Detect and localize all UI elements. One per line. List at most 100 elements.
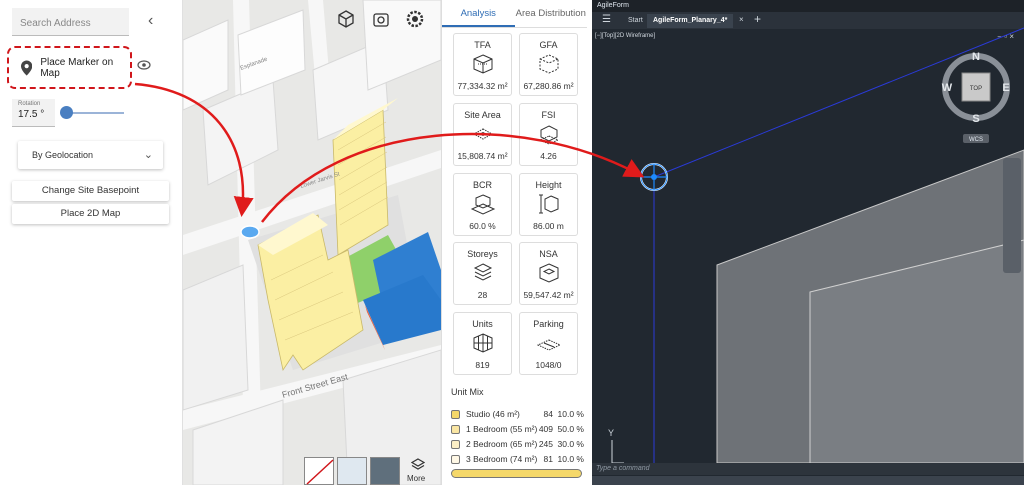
- card-value: 86.00 m: [533, 221, 564, 231]
- fsi-icon: [538, 125, 559, 145]
- viewcube-top-label[interactable]: TOP: [970, 86, 982, 92]
- card-title: TFA: [474, 40, 491, 50]
- map-canvas: Front Street East Esplanade Lower Jarvis…: [183, 0, 441, 485]
- nsa-icon: [539, 263, 558, 283]
- command-line-input[interactable]: Type a command: [592, 463, 1024, 475]
- card-value: 1048/0: [535, 360, 562, 370]
- map-pin-icon: [21, 59, 33, 76]
- geolocation-select-value: By Geolocation: [32, 150, 94, 160]
- settings-gear-icon[interactable]: [404, 8, 426, 30]
- navigation-bar[interactable]: [1003, 158, 1021, 273]
- rotation-value: 17.5: [18, 109, 38, 120]
- camera-icon[interactable]: [370, 8, 392, 30]
- gfa-cube-icon: [539, 54, 558, 74]
- metric-card-site-area: Site Area 15,808.74 m²: [453, 103, 512, 166]
- compass-w-label[interactable]: W: [942, 82, 953, 94]
- rotation-input[interactable]: Rotation 17.5 °: [12, 99, 55, 127]
- rotation-slider-track[interactable]: [66, 112, 124, 114]
- swatch: [451, 455, 460, 465]
- unit-mix-row: 2 Bedroom (65 m²) 245 30.0 %: [451, 439, 586, 452]
- layer-streets-thumb[interactable]: [337, 457, 367, 485]
- metric-card-parking: Parking 1048/0: [519, 312, 578, 375]
- geolocation-select[interactable]: By Geolocation ⌄: [18, 141, 163, 169]
- swatch: [451, 425, 460, 435]
- site-area-icon: [472, 128, 493, 140]
- bcr-icon: [470, 194, 495, 215]
- status-bar: [592, 476, 1024, 485]
- card-title: FSI: [541, 110, 556, 120]
- metric-card-fsi: FSI 4.26: [519, 103, 578, 166]
- unit-mix-name: 1 Bedroom (55 m²): [466, 424, 538, 434]
- site-panel: Search Address ‹ Place Marker on Map Rot…: [0, 0, 183, 485]
- 3d-view-icon[interactable]: [335, 8, 357, 30]
- card-value: 60.0 %: [469, 221, 496, 231]
- search-address-input[interactable]: Search Address: [12, 8, 129, 36]
- card-value: 77,334.32 m²: [457, 81, 508, 91]
- unit-mix-title: Unit Mix: [451, 387, 484, 397]
- card-value: 819: [475, 360, 490, 370]
- unit-mix-name: Studio (46 m²): [466, 409, 520, 419]
- unit-mix-count: 409: [538, 424, 553, 434]
- place-marker-button[interactable]: Place Marker on Map: [7, 46, 132, 89]
- swatch: [451, 440, 460, 450]
- cad-window: AgileForm ☰ Start AgileForm_Planary_4* ×…: [592, 0, 1024, 485]
- more-layers-label[interactable]: More: [407, 474, 425, 483]
- unit-mix-percent: 30.0 %: [557, 439, 584, 449]
- card-title: Site Area: [464, 110, 501, 120]
- place-2d-map-button[interactable]: Place 2D Map: [12, 204, 169, 224]
- map-view[interactable]: Front Street East Esplanade Lower Jarvis…: [183, 0, 441, 485]
- metric-card-gfa: GFA 67,280.86 m²: [519, 33, 578, 96]
- unit-mix-count: 245: [538, 439, 553, 449]
- height-icon: [538, 194, 558, 214]
- metric-card-height: Height 86.00 m: [519, 173, 578, 236]
- metric-card-bcr: BCR 60.0 %: [453, 173, 512, 236]
- card-title: GFA: [539, 40, 558, 50]
- card-value: 67,280.86 m²: [523, 81, 574, 91]
- card-value: 59,547.42 m²: [523, 290, 574, 300]
- unit-mix-row: 3 Bedroom (74 m²) 81 10.0 %: [451, 454, 586, 467]
- card-value: 15,808.74 m²: [457, 151, 508, 161]
- units-icon: [473, 333, 492, 353]
- layers-icon[interactable]: [411, 458, 425, 472]
- layer-none-thumb[interactable]: [304, 457, 334, 485]
- y-axis-label: Y: [608, 428, 614, 438]
- card-title: BCR: [472, 180, 492, 190]
- layer-satellite-thumb[interactable]: [370, 457, 400, 485]
- metric-card-tfa: TFA 77,334.32 m²: [453, 33, 512, 96]
- metric-card-nsa: NSA 59,547.42 m²: [519, 242, 578, 305]
- swatch: [451, 410, 460, 420]
- card-title: NSA: [539, 249, 558, 259]
- rotation-slider-thumb[interactable]: [60, 106, 73, 119]
- analysis-panel: Analysis Area Distribution TFA 77,334.32…: [441, 0, 587, 485]
- unit-mix-row: 1 Bedroom (55 m²) 409 50.0 %: [451, 424, 586, 437]
- chevron-down-icon: ⌄: [143, 149, 153, 161]
- unit-mix-percent: 50.0 %: [557, 424, 584, 434]
- cad-drawing-canvas[interactable]: Y TOP N S W E WCS: [592, 0, 1024, 485]
- rotation-unit: °: [40, 109, 45, 120]
- card-title: Storeys: [467, 249, 498, 259]
- unit-mix-bar: [451, 469, 582, 478]
- tab-area-distribution[interactable]: Area Distribution: [515, 0, 588, 27]
- card-title: Units: [472, 319, 493, 329]
- unit-mix-percent: 10.0 %: [557, 454, 584, 464]
- compass-n-label[interactable]: N: [972, 51, 980, 63]
- parking-icon: [536, 339, 561, 351]
- unit-mix-name: 2 Bedroom (65 m²): [466, 439, 538, 449]
- unit-mix-count: 81: [543, 454, 553, 464]
- card-title: Parking: [533, 319, 564, 329]
- compass-e-label[interactable]: E: [1002, 82, 1009, 94]
- unit-mix-name: 3 Bedroom (74 m²): [466, 454, 538, 464]
- tfa-cube-icon: [473, 54, 492, 74]
- change-basepoint-button[interactable]: Change Site Basepoint: [12, 181, 169, 201]
- compass-s-label[interactable]: S: [972, 113, 979, 125]
- unit-mix-row: Studio (46 m²) 84 10.0 %: [451, 409, 586, 422]
- tab-analysis[interactable]: Analysis: [442, 0, 515, 27]
- storeys-icon: [473, 263, 492, 281]
- metric-card-units: Units 819: [453, 312, 512, 375]
- rotation-label: Rotation: [18, 101, 41, 107]
- wcs-label[interactable]: WCS: [969, 137, 983, 143]
- card-title: Height: [535, 180, 562, 190]
- eye-icon[interactable]: [137, 60, 151, 70]
- collapse-panel-button[interactable]: ‹: [148, 12, 153, 30]
- unit-mix-percent: 10.0 %: [557, 409, 584, 419]
